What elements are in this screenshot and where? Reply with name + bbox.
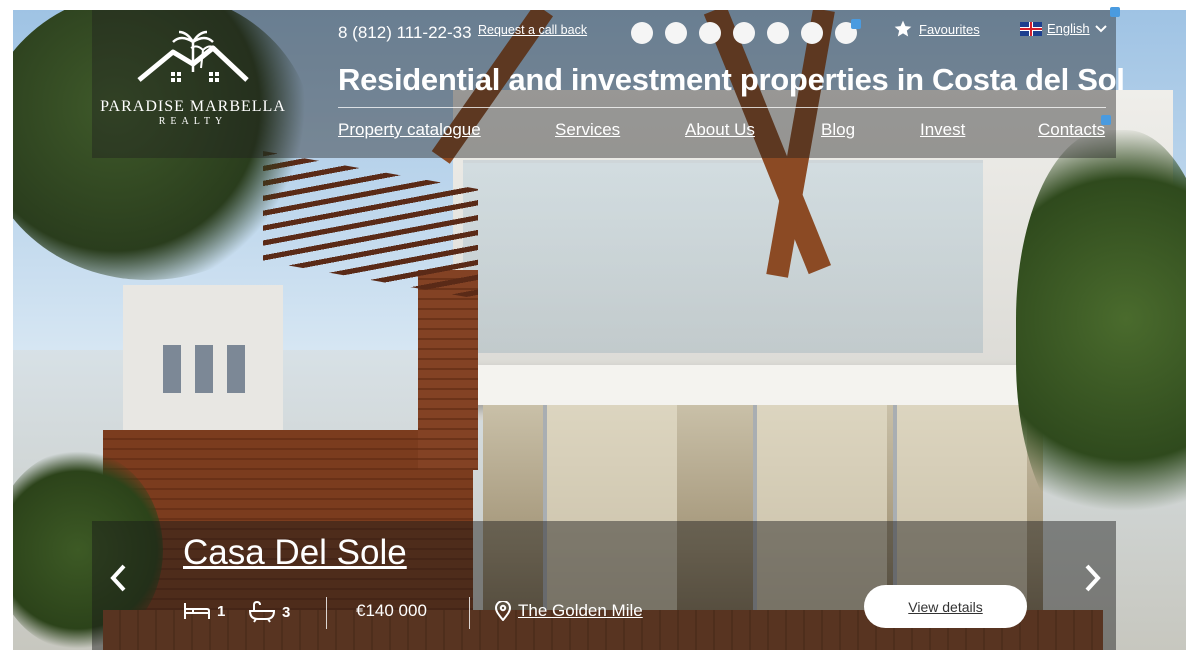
bathrooms: 3 [248, 601, 290, 623]
slider-dot[interactable] [631, 22, 653, 44]
header-divider [338, 107, 1106, 108]
wood-tower [418, 270, 478, 470]
logo-name: Paradise Marbella [100, 98, 286, 115]
meta-divider [469, 597, 470, 629]
page-headline: Residential and investment properties in… [338, 62, 1125, 97]
chevron-left-icon [110, 564, 126, 592]
bathtub-icon [248, 601, 276, 623]
map-pin-icon [494, 601, 512, 621]
slider-dot[interactable] [665, 22, 687, 44]
slider-dots [631, 22, 857, 44]
nav-about-us[interactable]: About Us [685, 120, 755, 140]
next-slide-button[interactable] [1083, 563, 1103, 602]
chat-badge-icon[interactable] [1110, 7, 1120, 17]
star-icon [894, 20, 912, 37]
phone-number[interactable]: 8 (812) 111-22-33 [338, 23, 472, 43]
bedrooms-count: 1 [217, 602, 226, 620]
nav-services[interactable]: Services [555, 120, 620, 140]
price-value: €140 000 [356, 601, 427, 620]
bed-icon [184, 603, 210, 619]
house-palm-logo-icon [137, 30, 249, 82]
prev-slide-button[interactable] [108, 563, 128, 602]
nav-contacts[interactable]: Contacts [1038, 120, 1105, 140]
chevron-right-icon [1085, 564, 1101, 592]
uk-flag-icon [1020, 21, 1042, 36]
language-selector[interactable]: English [1020, 21, 1107, 36]
favourites-label: Favourites [919, 21, 980, 37]
bedrooms: 1 [183, 601, 225, 621]
logo[interactable]: Paradise Marbella Realty [100, 28, 286, 143]
nav-invest[interactable]: Invest [920, 120, 965, 140]
logo-subtitle: Realty [158, 116, 228, 127]
glass-balcony [463, 160, 983, 353]
slider-dot[interactable] [733, 22, 755, 44]
slider-dot[interactable] [699, 22, 721, 44]
location-label: The Golden Mile [518, 601, 643, 620]
chevron-down-icon [1094, 24, 1107, 32]
listing-title[interactable]: Casa Del Sole [183, 533, 407, 573]
price: €140 000 [356, 601, 427, 621]
meta-divider [326, 597, 327, 629]
nav-blog[interactable]: Blog [821, 120, 855, 140]
nav-property-catalogue[interactable]: Property catalogue [338, 120, 481, 140]
tree [1016, 130, 1186, 550]
view-details-button[interactable]: View details [864, 585, 1027, 628]
slider-dot[interactable] [801, 22, 823, 44]
request-callback-link[interactable]: Request a call back [478, 23, 587, 37]
language-label: English [1047, 21, 1090, 36]
floor-slab [453, 365, 1113, 405]
slider-dot[interactable] [767, 22, 789, 44]
location[interactable]: The Golden Mile [494, 601, 643, 621]
chat-badge-icon[interactable] [851, 19, 861, 29]
favourites-link[interactable]: Favourites [893, 19, 980, 39]
bathrooms-count: 3 [282, 603, 291, 621]
